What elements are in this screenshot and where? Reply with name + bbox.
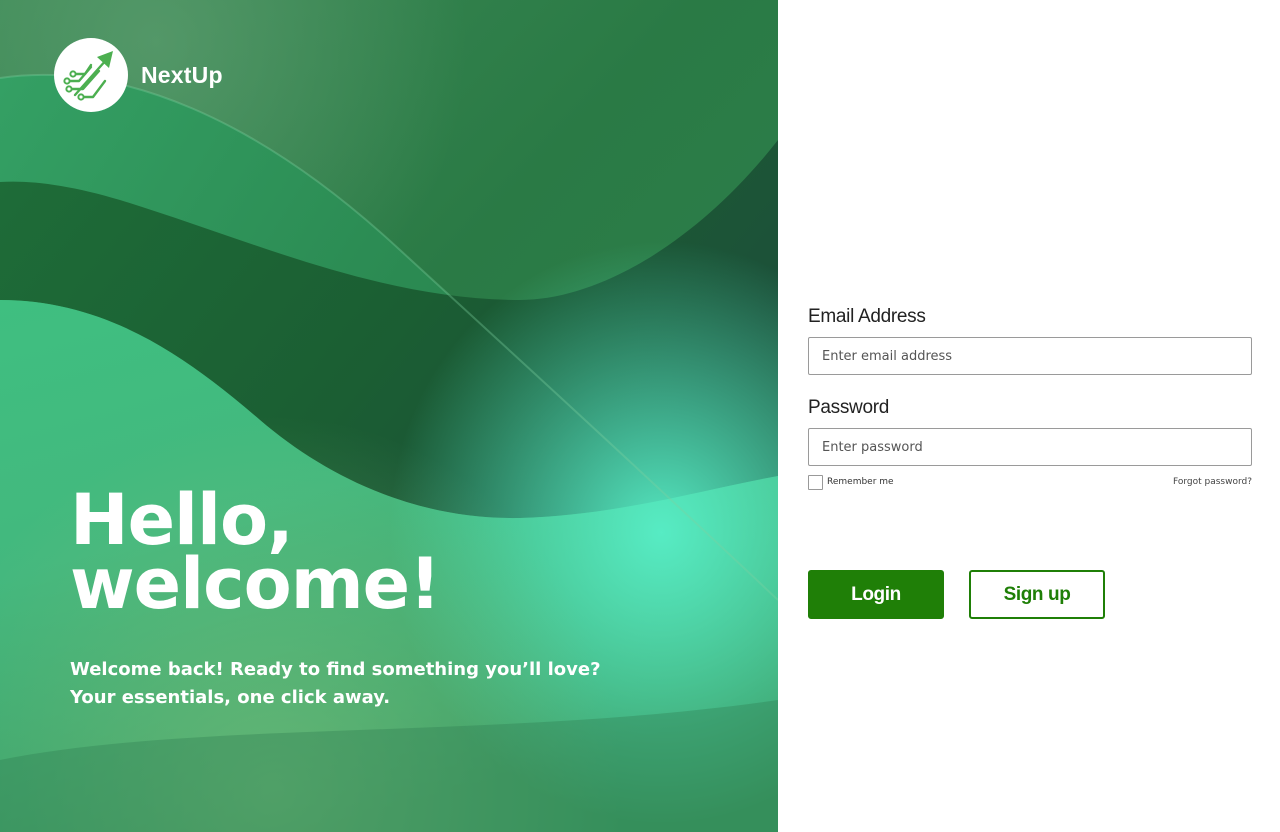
hero-subtitle: Welcome back! Ready to find something yo…: [70, 656, 601, 712]
email-label: Email Address: [808, 306, 926, 327]
password-group: Password: [808, 397, 1252, 466]
growth-arrow-circuit-icon: [63, 51, 113, 101]
action-buttons: Login Sign up: [808, 570, 1105, 619]
brand-name: NextUp: [141, 61, 223, 88]
brand: NextUp: [54, 38, 223, 112]
brand-logo: [54, 38, 128, 112]
remember-me-checkbox[interactable]: [808, 474, 823, 490]
login-button[interactable]: Login: [808, 570, 944, 619]
hero-subtitle-line-2: Your essentials, one click away.: [70, 687, 391, 708]
password-label: Password: [808, 397, 890, 418]
signup-button[interactable]: Sign up: [969, 570, 1105, 619]
remember-me-label: Remember me: [827, 477, 894, 487]
login-options: Remember me Forgot password?: [808, 474, 1252, 490]
hero-title-line-2: welcome!: [70, 543, 441, 625]
login-page: NextUp Hello, welcome! Welcome back! Rea…: [0, 0, 1280, 832]
remember-me[interactable]: Remember me: [808, 474, 894, 490]
hero-title: Hello, welcome!: [70, 485, 441, 625]
hero-panel: NextUp Hello, welcome! Welcome back! Rea…: [0, 0, 778, 832]
login-form: Email Address Password Remember me Forgo…: [808, 306, 1252, 490]
hero-subtitle-line-1: Welcome back! Ready to find something yo…: [70, 659, 601, 680]
forgot-password-link[interactable]: Forgot password?: [1173, 477, 1252, 487]
email-field[interactable]: [808, 337, 1252, 375]
password-field[interactable]: [808, 428, 1252, 466]
